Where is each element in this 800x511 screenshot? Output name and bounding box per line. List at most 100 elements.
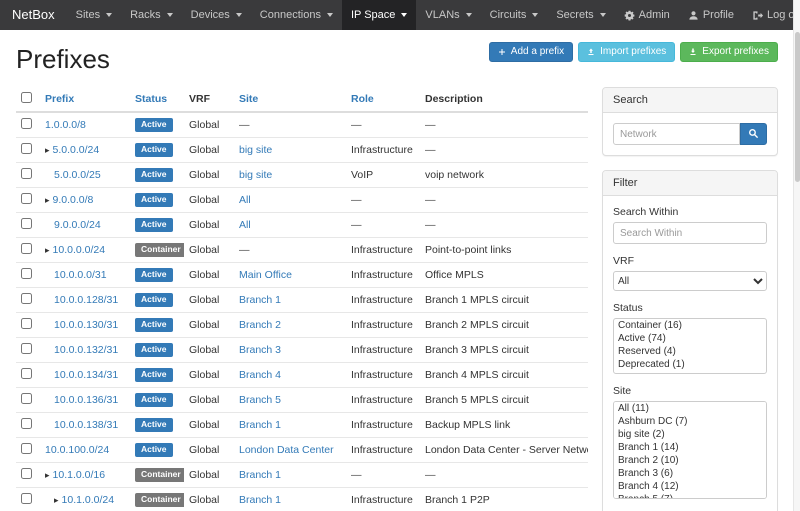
site-link[interactable]: Branch 2 [239, 319, 281, 331]
column-header-site[interactable]: Site [234, 87, 346, 112]
chevron-down-icon [236, 13, 242, 17]
role-cell: Infrastructure [351, 369, 413, 381]
row-checkbox[interactable] [21, 393, 32, 404]
site-link[interactable]: Branch 1 [239, 469, 281, 481]
scrollbar-thumb[interactable] [795, 32, 800, 182]
chevron-down-icon [401, 13, 407, 17]
filter-site-listbox[interactable]: All (11)Ashburn DC (7)big site (2)Branch… [613, 401, 767, 499]
nav-item-connections[interactable]: Connections [251, 0, 342, 30]
row-checkbox[interactable] [21, 218, 32, 229]
prefix-link[interactable]: 10.0.0.134/31 [54, 369, 118, 381]
nav-item-sites[interactable]: Sites [67, 0, 121, 30]
prefix-link[interactable]: 10.1.0.0/16 [53, 469, 106, 481]
empty-marker: — [425, 469, 436, 481]
site-option[interactable]: Branch 3 (6) [614, 467, 766, 480]
description-cell: voip network [425, 169, 484, 181]
prefix-link[interactable]: 10.0.0.138/31 [54, 419, 118, 431]
row-checkbox[interactable] [21, 318, 32, 329]
prefix-link[interactable]: 10.0.100.0/24 [45, 444, 109, 456]
prefix-link[interactable]: 9.0.0.0/24 [54, 219, 101, 231]
prefix-link[interactable]: 10.0.0.0/24 [53, 244, 106, 256]
column-header-role[interactable]: Role [346, 87, 420, 112]
site-link[interactable]: Main Office [239, 269, 292, 281]
site-link[interactable]: London Data Center [239, 444, 334, 456]
site-option[interactable]: Branch 1 (14) [614, 441, 766, 454]
site-link[interactable]: Branch 1 [239, 294, 281, 306]
site-link[interactable]: Branch 1 [239, 419, 281, 431]
site-link[interactable]: Branch 4 [239, 369, 281, 381]
row-checkbox[interactable] [21, 468, 32, 479]
prefix-link[interactable]: 10.0.0.130/31 [54, 319, 118, 331]
prefix-link[interactable]: 5.0.0.0/24 [53, 144, 100, 156]
logout-link[interactable]: Log out [743, 0, 800, 30]
prefix-link[interactable]: 10.1.0.0/24 [62, 494, 115, 506]
row-checkbox[interactable] [21, 268, 32, 279]
site-option[interactable]: Branch 5 (7) [614, 493, 766, 499]
row-checkbox[interactable] [21, 368, 32, 379]
prefix-link[interactable]: 5.0.0.0/25 [54, 169, 101, 181]
page-actions: Add a prefix Import prefixes Export pref… [489, 42, 778, 62]
search-within-input[interactable] [613, 222, 767, 244]
expand-arrow-icon[interactable]: ▸ [45, 245, 50, 255]
prefix-link[interactable]: 1.0.0.0/8 [45, 119, 86, 131]
row-checkbox[interactable] [21, 243, 32, 254]
row-checkbox[interactable] [21, 143, 32, 154]
status-option[interactable]: Container (16) [614, 319, 766, 332]
row-checkbox[interactable] [21, 418, 32, 429]
expand-arrow-icon[interactable]: ▸ [45, 470, 50, 480]
site-link[interactable]: Branch 5 [239, 394, 281, 406]
nav-item-secrets[interactable]: Secrets [547, 0, 614, 30]
nav-item-vlans[interactable]: VLANs [416, 0, 480, 30]
site-link[interactable]: big site [239, 169, 272, 181]
expand-arrow-icon[interactable]: ▸ [54, 495, 59, 505]
expand-arrow-icon[interactable]: ▸ [45, 145, 50, 155]
page-scrollbar[interactable] [793, 0, 800, 511]
select-all-checkbox[interactable] [21, 92, 32, 103]
filter-status-listbox[interactable]: Container (16)Active (74)Reserved (4)Dep… [613, 318, 767, 374]
status-option[interactable]: Reserved (4) [614, 345, 766, 358]
prefix-link[interactable]: 10.0.0.132/31 [54, 344, 118, 356]
table-row: 1.0.0.0/8ActiveGlobal——— [16, 112, 588, 138]
site-option[interactable]: All (11) [614, 402, 766, 415]
row-checkbox[interactable] [21, 168, 32, 179]
nav-item-ip-space[interactable]: IP Space [342, 0, 416, 30]
site-link[interactable]: All [239, 219, 251, 231]
nav-item-devices[interactable]: Devices [182, 0, 251, 30]
expand-arrow-icon[interactable]: ▸ [45, 195, 50, 205]
row-checkbox[interactable] [21, 118, 32, 129]
site-link[interactable]: All [239, 194, 251, 206]
import-prefixes-button[interactable]: Import prefixes [578, 42, 675, 62]
site-link[interactable]: Branch 3 [239, 344, 281, 356]
search-input[interactable] [613, 123, 740, 145]
row-checkbox[interactable] [21, 193, 32, 204]
column-header-status[interactable]: Status [130, 87, 184, 112]
row-checkbox[interactable] [21, 493, 32, 504]
site-option[interactable]: Branch 2 (10) [614, 454, 766, 467]
site-option[interactable]: Branch 4 (12) [614, 480, 766, 493]
column-header-prefix[interactable]: Prefix [40, 87, 130, 112]
prefix-link[interactable]: 10.0.0.0/31 [54, 269, 107, 281]
site-option[interactable]: Ashburn DC (7) [614, 415, 766, 428]
page-header: Prefixes Add a prefix Import prefixes Ex… [16, 36, 778, 87]
row-checkbox[interactable] [21, 293, 32, 304]
row-checkbox[interactable] [21, 443, 32, 454]
profile-link[interactable]: Profile [679, 0, 743, 30]
prefix-link[interactable]: 9.0.0.0/8 [53, 194, 94, 206]
status-option[interactable]: Active (74) [614, 332, 766, 345]
export-prefixes-button[interactable]: Export prefixes [680, 42, 778, 62]
admin-link[interactable]: Admin [615, 0, 679, 30]
prefix-link[interactable]: 10.0.0.136/31 [54, 394, 118, 406]
prefix-link[interactable]: 10.0.0.128/31 [54, 294, 118, 306]
search-button[interactable] [740, 123, 767, 145]
site-link[interactable]: Branch 1 [239, 494, 281, 506]
site-option[interactable]: big site (2) [614, 428, 766, 441]
status-option[interactable]: Deprecated (1) [614, 358, 766, 371]
brand-logo[interactable]: NetBox [12, 0, 55, 30]
add-prefix-button[interactable]: Add a prefix [489, 42, 573, 62]
profile-label: Profile [703, 9, 734, 21]
nav-item-racks[interactable]: Racks [121, 0, 182, 30]
vrf-select[interactable]: All [613, 271, 767, 291]
row-checkbox[interactable] [21, 343, 32, 354]
nav-item-circuits[interactable]: Circuits [481, 0, 548, 30]
site-link[interactable]: big site [239, 144, 272, 156]
